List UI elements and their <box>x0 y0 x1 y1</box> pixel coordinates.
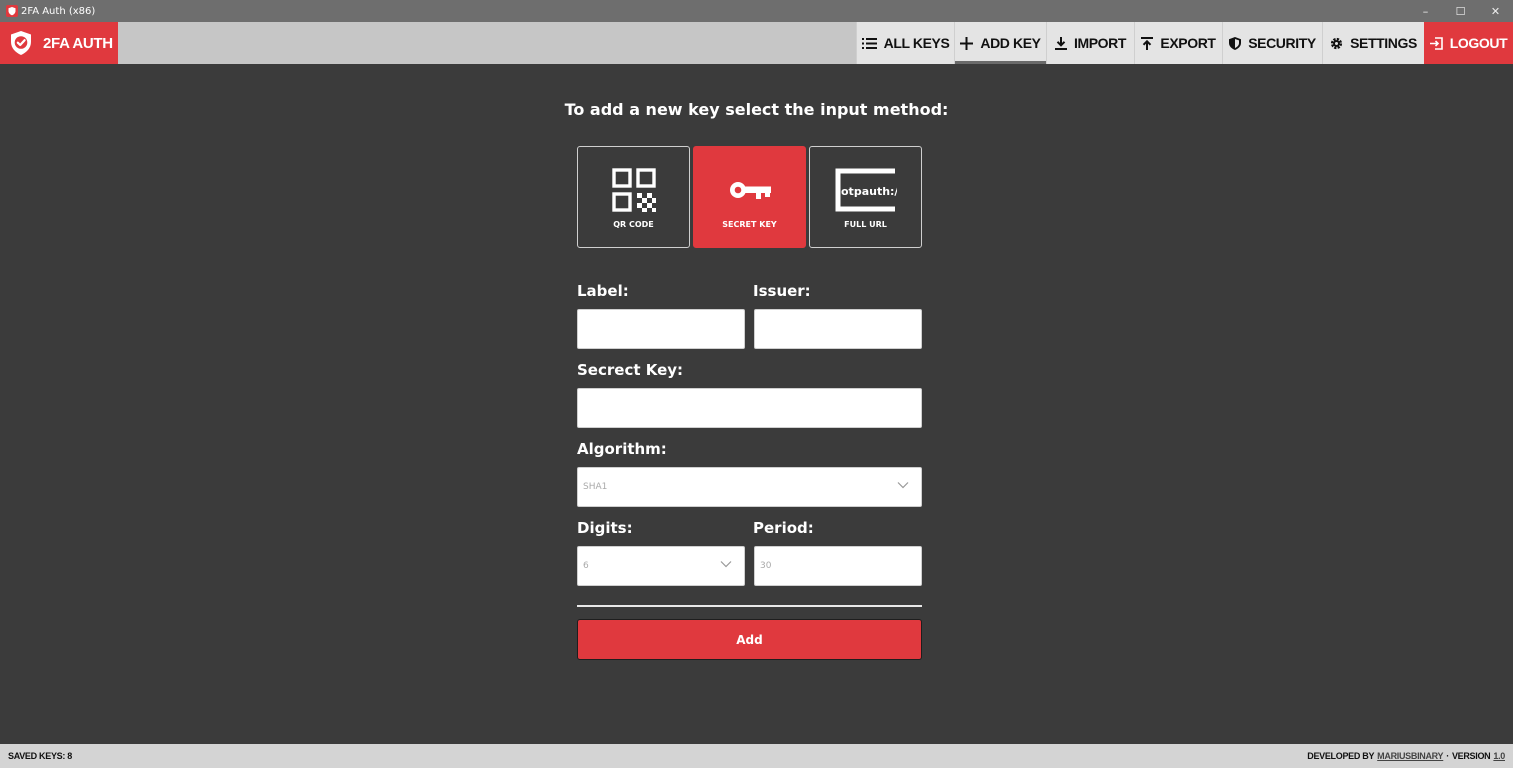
nav-settings-label: SETTINGS <box>1350 35 1417 51</box>
window-controls: – ☐ ✕ <box>1408 0 1513 22</box>
nav-all-keys-label: ALL KEYS <box>883 35 950 51</box>
app-shield-icon <box>6 5 18 17</box>
add-button[interactable]: Add <box>577 619 922 660</box>
page-heading: To add a new key select the input method… <box>564 100 949 119</box>
period-placeholder: 30 <box>760 561 772 571</box>
nav-export-label: EXPORT <box>1160 35 1216 51</box>
form-divider <box>577 605 922 607</box>
digits-field-label: Digits: <box>577 519 633 537</box>
key-icon <box>728 166 772 214</box>
credits: DEVELOPED BY MARIUSBINARY · VERSION 1.0 <box>1307 751 1505 761</box>
nav-settings[interactable]: SETTINGS <box>1322 22 1424 64</box>
chevron-down-icon <box>897 482 909 489</box>
minimize-button[interactable]: – <box>1408 0 1443 22</box>
nav-security-label: SECURITY <box>1248 35 1316 51</box>
method-qr-code-label: QR CODE <box>613 220 654 229</box>
issuer-input[interactable] <box>754 309 922 349</box>
nav-all-keys[interactable]: ALL KEYS <box>856 22 954 64</box>
brand-name: 2FA AUTH <box>43 34 113 52</box>
nav-add-key[interactable]: ADD KEY <box>954 22 1046 64</box>
status-bar: SAVED KEYS: 8 DEVELOPED BY MARIUSBINARY … <box>0 744 1513 768</box>
period-field-label: Period: <box>753 519 814 537</box>
qr-code-icon <box>611 166 656 214</box>
period-input[interactable]: 30 <box>754 546 922 586</box>
list-icon <box>861 37 877 50</box>
credits-separator: · <box>1446 751 1449 761</box>
nav-import[interactable]: IMPORT <box>1046 22 1134 64</box>
maximize-button[interactable]: ☐ <box>1443 0 1478 22</box>
otpauth-text: otpauth:// <box>841 185 897 198</box>
upload-icon <box>1141 36 1154 50</box>
secret-key-field-label: Secrect Key: <box>577 361 684 379</box>
developer-link[interactable]: MARIUSBINARY <box>1377 751 1443 761</box>
otpauth-url-icon: otpauth:// <box>835 166 897 214</box>
developed-by-label: DEVELOPED BY <box>1307 751 1375 761</box>
plus-icon <box>960 36 974 50</box>
nav-items: ALL KEYS ADD KEY IMPORT EXPORT SECURITY <box>856 22 1513 64</box>
digits-value: 6 <box>583 561 589 571</box>
logout-icon <box>1429 36 1443 50</box>
label-field-label: Label: <box>577 282 629 300</box>
top-nav: 2FA AUTH ALL KEYS ADD KEY IMPORT EXPORT <box>0 22 1513 64</box>
close-button[interactable]: ✕ <box>1478 0 1513 22</box>
method-secret-key-label: SECRET KEY <box>722 220 777 229</box>
nav-export[interactable]: EXPORT <box>1134 22 1222 64</box>
issuer-field-label: Issuer: <box>753 282 811 300</box>
algorithm-value: SHA1 <box>583 482 608 492</box>
digits-select[interactable]: 6 <box>577 546 745 586</box>
shield-icon <box>1229 36 1242 50</box>
brand-shield-icon <box>11 31 31 55</box>
method-qr-code[interactable]: QR CODE <box>577 146 690 248</box>
method-full-url-label: FULL URL <box>844 220 887 229</box>
nav-security[interactable]: SECURITY <box>1222 22 1322 64</box>
secret-key-input[interactable] <box>577 388 922 428</box>
saved-keys-count: SAVED KEYS: 8 <box>8 751 72 761</box>
nav-logout[interactable]: LOGOUT <box>1424 22 1513 64</box>
nav-import-label: IMPORT <box>1073 35 1127 51</box>
algorithm-select[interactable]: SHA1 <box>577 467 922 507</box>
brand[interactable]: 2FA AUTH <box>0 22 118 64</box>
method-full-url[interactable]: otpauth:// FULL URL <box>809 146 922 248</box>
label-input[interactable] <box>577 309 745 349</box>
window-title: 2FA Auth (x86) <box>21 5 96 17</box>
method-secret-key[interactable]: SECRET KEY <box>693 146 806 248</box>
window-titlebar: 2FA Auth (x86) – ☐ ✕ <box>0 0 1513 22</box>
algorithm-field-label: Algorithm: <box>577 440 667 458</box>
download-icon <box>1054 36 1067 50</box>
nav-logout-label: LOGOUT <box>1449 35 1508 51</box>
version-link[interactable]: 1.0 <box>1493 751 1505 761</box>
nav-add-key-label: ADD KEY <box>980 35 1041 51</box>
version-label: VERSION <box>1451 751 1491 761</box>
gear-icon <box>1330 37 1343 50</box>
chevron-down-icon <box>720 561 732 568</box>
